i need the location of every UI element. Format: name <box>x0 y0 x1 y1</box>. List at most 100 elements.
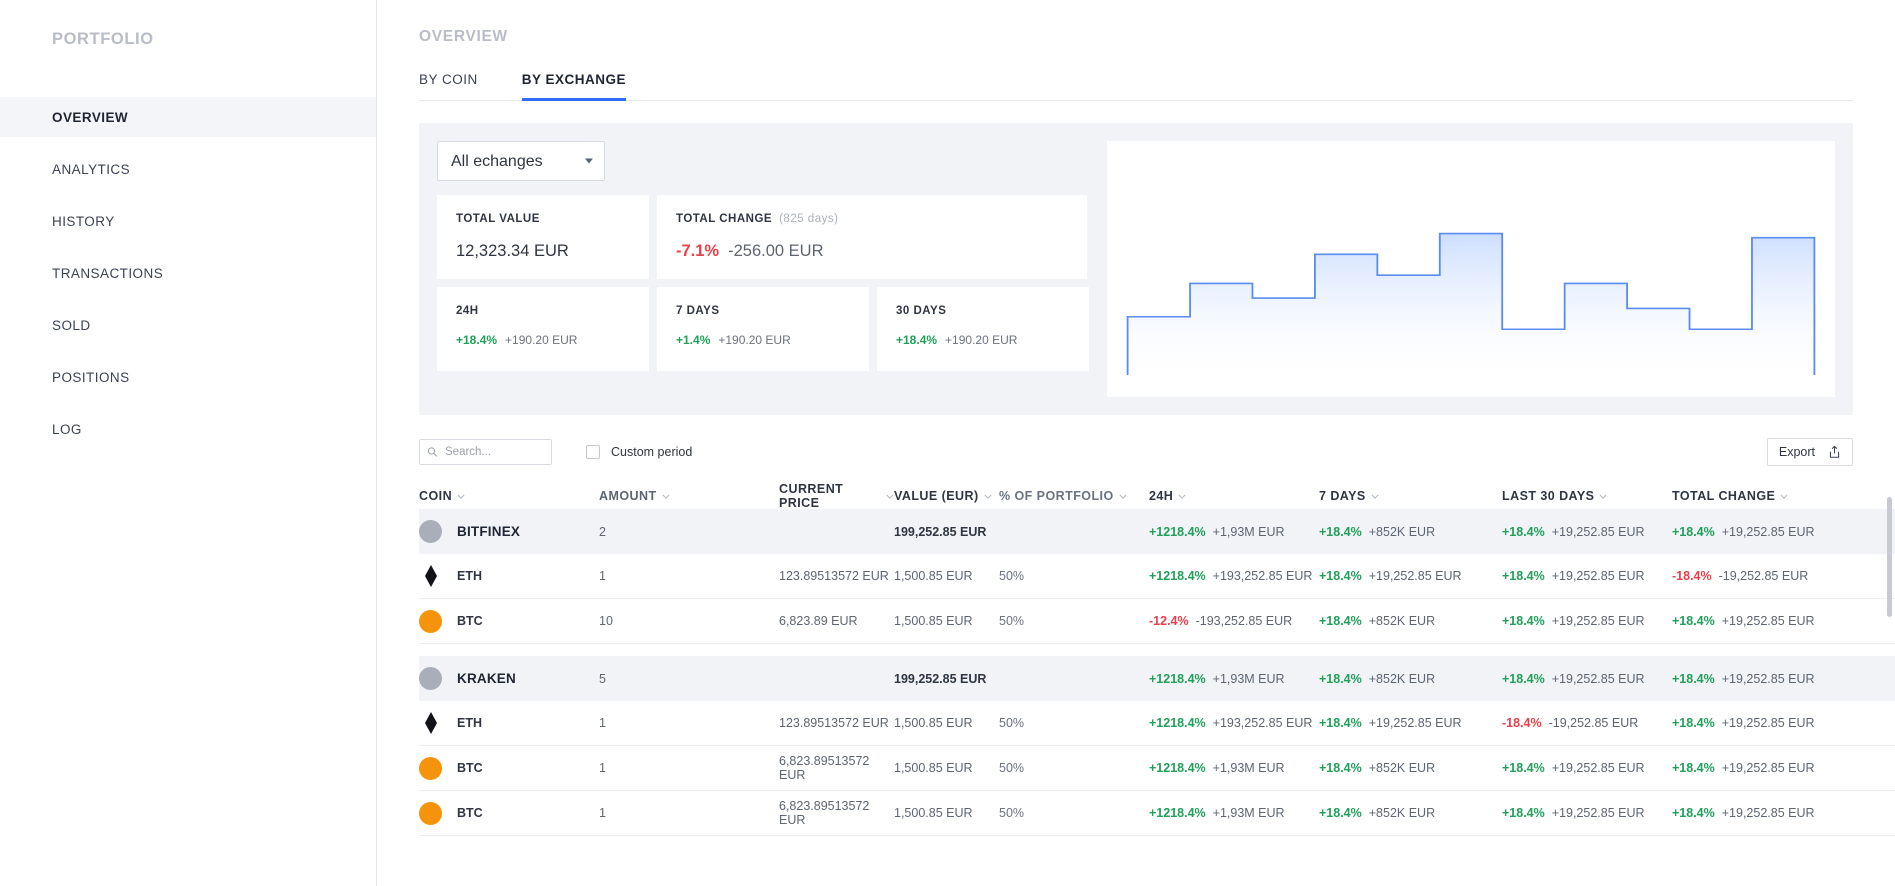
sidebar-item-label: SOLD <box>52 317 91 333</box>
sidebar-item-label: POSITIONS <box>52 369 130 385</box>
total-change-period: (825 days) <box>779 213 839 225</box>
coin-24h: +1218.4% +1,93M EUR <box>1149 761 1319 775</box>
exchange-select[interactable]: All echangesBitfinexKraken <box>437 141 605 181</box>
sidebar-item-transactions[interactable]: TRANSACTIONS <box>0 253 376 293</box>
coin-24h-amount: +193,252.85 EUR <box>1212 716 1313 730</box>
custom-period-checkbox[interactable] <box>586 445 600 459</box>
period-card-label: 30 DAYS <box>896 305 947 317</box>
export-button[interactable]: Export <box>1766 438 1853 466</box>
sidebar-item-overview[interactable]: OVERVIEW <box>0 97 376 137</box>
sidebar-item-analytics[interactable]: ANALYTICS <box>0 149 376 189</box>
exchange-filter[interactable]: All echangesBitfinexKraken <box>437 141 605 181</box>
export-button-label: Export <box>1778 445 1815 459</box>
period-card-amount: +190.20 EUR <box>945 333 1018 347</box>
total-change-card: TOTAL CHANGE (825 days) -7.1% -256.00 EUR <box>657 195 1087 279</box>
coin-amount: 10 <box>599 614 613 628</box>
custom-period-toggle[interactable]: Custom period <box>586 445 692 459</box>
exchange-group-row[interactable]: BITFINEX 2 199,252.85 EUR +1218.4% +1,93M EU… <box>419 509 1895 554</box>
search-field[interactable] <box>419 439 552 465</box>
exchange-30d-amount: +19,252.85 EUR <box>1551 524 1645 539</box>
eth-diamond-icon <box>419 712 442 734</box>
sidebar-item-label: HISTORY <box>52 213 115 229</box>
exchange-total: +18.4% +19,252.85 EUR <box>1672 525 1832 539</box>
coin-30d-pct: +18.4% <box>1502 806 1545 820</box>
exchange-7d: +18.4% +852K EUR <box>1319 525 1502 539</box>
table-header-row: COIN AMOUNT CURRENT PRICE VALUE (EUR) % OF P… <box>419 482 1895 510</box>
exchange-24h-pct: +1218.4% <box>1149 671 1206 686</box>
btc-circle-icon <box>419 801 442 825</box>
sidebar-item-label: TRANSACTIONS <box>52 265 164 281</box>
coin-amount: 1 <box>599 806 606 820</box>
sidebar-item-history[interactable]: HISTORY <box>0 201 376 241</box>
column-header-7-days[interactable]: 7 DAYS <box>1319 489 1502 503</box>
chevron-down-icon <box>1119 494 1127 499</box>
exchange-group-row[interactable]: KRAKEN 5 199,252.85 EUR +1218.4% +1,93M EUR +… <box>419 656 1895 701</box>
coin-name-cell: BTC <box>419 756 599 780</box>
sidebar-item-positions[interactable]: POSITIONS <box>0 357 376 397</box>
column-header-total-change[interactable]: TOTAL CHANGE <box>1672 489 1832 503</box>
sidebar-item-label: ANALYTICS <box>52 161 131 177</box>
exchange-name-cell: BITFINEX <box>419 520 599 543</box>
exchange-30d: +18.4% +19,252.85 EUR <box>1502 525 1672 539</box>
table-row[interactable]: ETH 1 123.89513572 EUR 1,500.85 EUR 50% +1218… <box>419 554 1895 599</box>
column-header-24h[interactable]: 24H <box>1149 489 1319 503</box>
period-card-label: 24H <box>456 305 479 317</box>
column-header-value-eur[interactable]: VALUE (EUR) <box>894 489 999 503</box>
coin-7d-pct: +18.4% <box>1319 716 1362 730</box>
coin-amount: 1 <box>599 716 606 730</box>
period-card-pct: +1.4% <box>676 333 711 347</box>
exchange-7d-pct: +18.4% <box>1319 671 1362 686</box>
chart-svg <box>1126 232 1816 375</box>
coin-24h: +1218.4% +1,93M EUR <box>1149 806 1319 820</box>
column-header-current-price[interactable]: CURRENT PRICE <box>779 482 894 510</box>
exchange-30d: +18.4% +19,252.85 EUR <box>1502 672 1672 686</box>
coin-7d-amount: +19,252.85 EUR <box>1368 569 1462 583</box>
tab-by-exchange[interactable]: BY EXCHANGE <box>521 72 627 101</box>
search-input[interactable] <box>419 439 552 465</box>
column-header--of-portfolio[interactable]: % OF PORTFOLIO <box>999 489 1149 503</box>
period-card-label: 7 DAYS <box>676 305 720 317</box>
coin-total: +18.4% +19,252.85 EUR <box>1672 614 1832 628</box>
column-header-amount[interactable]: AMOUNT <box>599 489 779 503</box>
coin-24h-amount: +1,93M EUR <box>1212 761 1285 775</box>
coin-total-amount: +19,252.85 EUR <box>1721 806 1815 820</box>
tab-by-coin[interactable]: BY COIN <box>419 72 478 101</box>
table-row[interactable]: BTC 10 6,823.89 EUR 1,500.85 EUR 50% -12.4% -1… <box>419 599 1895 644</box>
period-card-amount: +190.20 EUR <box>505 333 578 347</box>
summary-cards-top: TOTAL VALUE 12,323.34 EUR TOTAL CHANGE (8… <box>437 195 1089 279</box>
chevron-down-icon <box>1780 494 1788 499</box>
table-row[interactable]: BTC 1 6,823.89513572 EUR 1,500.85 EUR 50% +12… <box>419 791 1895 836</box>
coin-7d: +18.4% +852K EUR <box>1319 614 1502 628</box>
column-header-label: 24H <box>1149 489 1174 503</box>
coin-name-cell: ETH <box>419 565 599 587</box>
sidebar-item-log[interactable]: LOG <box>0 409 376 449</box>
coin-total-pct: +18.4% <box>1672 614 1715 628</box>
exchange-amount: 5 <box>599 671 606 686</box>
chevron-down-icon <box>984 494 992 499</box>
table-row[interactable]: BTC 1 6,823.89513572 EUR 1,500.85 EUR 50% +12… <box>419 746 1895 791</box>
coin-30d-amount: +19,252.85 EUR <box>1551 569 1645 583</box>
column-header-coin[interactable]: COIN <box>419 489 599 503</box>
coin-7d-pct: +18.4% <box>1319 569 1362 583</box>
sidebar-item-sold[interactable]: SOLD <box>0 305 376 345</box>
btc-circle-icon <box>419 609 442 633</box>
coin-30d-pct: +18.4% <box>1502 761 1545 775</box>
coin-30d: +18.4% +19,252.85 EUR <box>1502 614 1672 628</box>
vertical-scrollbar-thumb[interactable] <box>1887 497 1892 617</box>
sidebar-item-label: OVERVIEW <box>52 109 129 125</box>
coin-24h-pct: -12.4% <box>1149 614 1189 628</box>
exchange-total-amount: +19,252.85 EUR <box>1721 671 1815 686</box>
total-change-title: TOTAL CHANGE <box>676 213 773 225</box>
exchange-total-pct: +18.4% <box>1672 671 1715 686</box>
sidebar: PORTFOLIO OVERVIEW ANALYTICS HISTORY TRANSA… <box>0 0 377 886</box>
period-card-7-days: 7 DAYS +1.4% +190.20 EUR <box>657 287 869 371</box>
table-row[interactable]: ETH 1 123.89513572 EUR 1,500.85 EUR 50% +1218… <box>419 701 1895 746</box>
coin-amount: 1 <box>599 569 606 583</box>
coin-current-price: 6,823.89513572 EUR <box>779 754 870 782</box>
column-header-last-30-days[interactable]: LAST 30 DAYS <box>1502 489 1672 503</box>
total-value-card: TOTAL VALUE 12,323.34 EUR <box>437 195 649 279</box>
coin-7d-pct: +18.4% <box>1319 761 1362 775</box>
coin-7d: +18.4% +852K EUR <box>1319 806 1502 820</box>
column-header-label: AMOUNT <box>599 489 657 503</box>
